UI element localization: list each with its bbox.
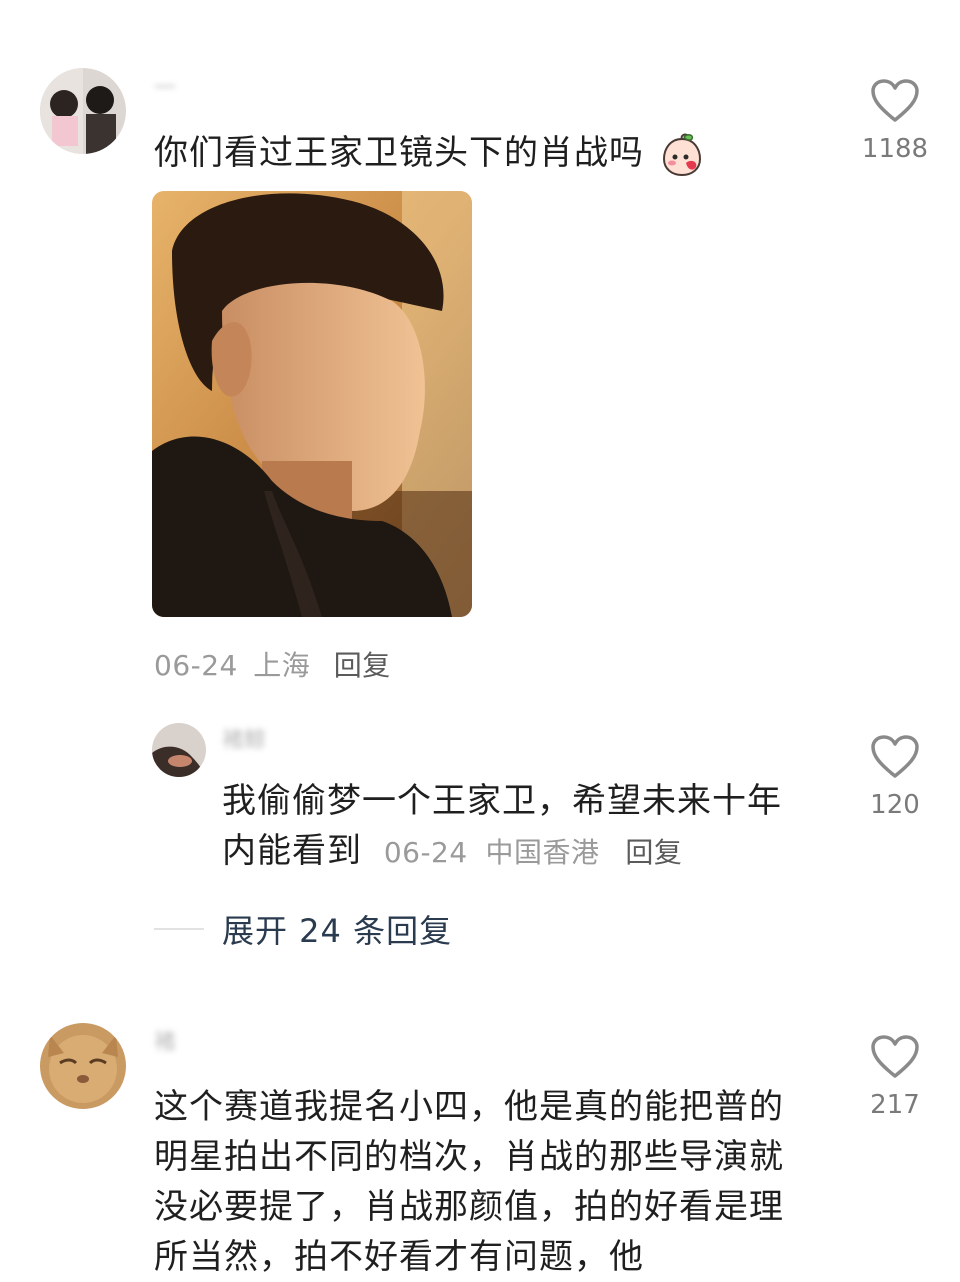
reply-location: 中国香港 [485, 836, 600, 869]
comment-meta: 06-24 上海 回复 [154, 644, 391, 684]
like-button[interactable]: 1188 [855, 78, 935, 164]
reply-text: 我偷偷梦一个王家卫，希望未来十年 内能看到 06-24 中国香港 回复 [222, 776, 832, 878]
username[interactable]: 一 [154, 76, 214, 102]
divider [154, 928, 204, 930]
reply-button[interactable]: 回复 [334, 649, 391, 682]
avatar[interactable] [40, 68, 126, 154]
avatar[interactable] [40, 1023, 126, 1109]
reply-username[interactable]: 褚鲸 [222, 728, 302, 754]
comment-date: 06-24 [154, 649, 238, 682]
reply-text-line-2: 内能看到 06-24 中国香港 回复 [222, 826, 832, 878]
reply-reply-button[interactable]: 回复 [625, 836, 682, 869]
heart-icon [871, 79, 919, 122]
like-button[interactable]: 217 [855, 1034, 935, 1120]
reply-like-button[interactable]: 120 [855, 734, 935, 820]
username[interactable]: 褚 [154, 1030, 514, 1056]
comment-location: 上海 [253, 649, 311, 682]
comment-image[interactable] [152, 191, 472, 617]
like-count: 1188 [861, 134, 929, 164]
expand-replies-link[interactable]: 展开 24 条回复 [222, 906, 452, 952]
reply-body-end: 内能看到 [222, 831, 362, 871]
comment-text: 你们看过王家卫镜头下的肖战吗 [154, 128, 834, 178]
like-count: 217 [870, 1090, 920, 1120]
comment-text: 这个赛道我提名小四，他是真的能把普的明星拍出不同的档次，肖战的那些导演就没必要提… [154, 1087, 784, 1277]
comment-body: 你们看过王家卫镜头下的肖战吗 [154, 133, 644, 173]
reply-date: 06-24 [383, 836, 468, 869]
heart-icon [871, 735, 919, 778]
heart-icon [871, 1035, 919, 1078]
reply-text-line: 我偷偷梦一个王家卫，希望未来十年 [222, 781, 782, 821]
reply-avatar[interactable] [152, 723, 206, 777]
like-count: 120 [870, 790, 920, 820]
peach-sticker-icon [660, 133, 704, 177]
